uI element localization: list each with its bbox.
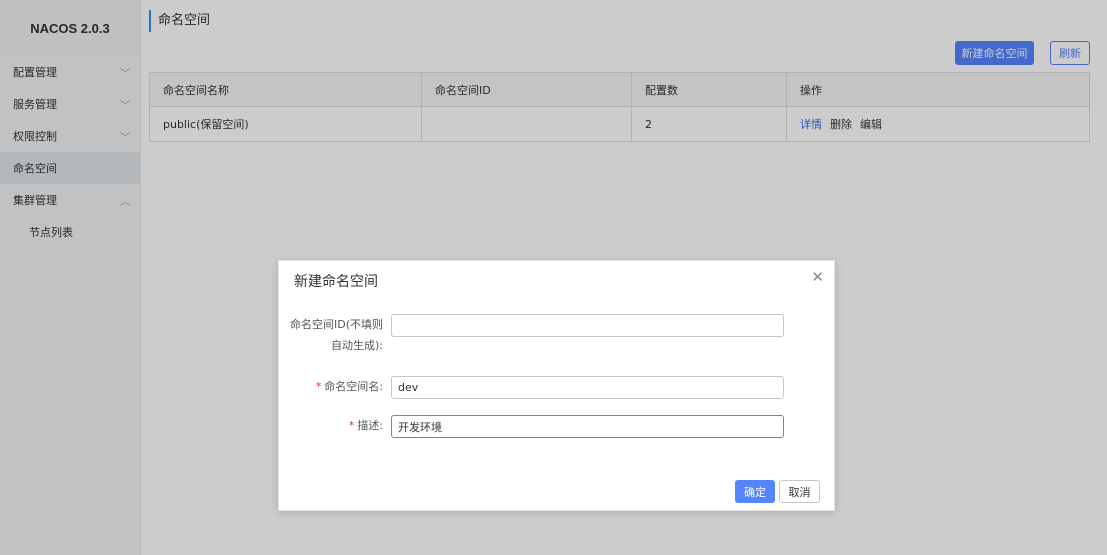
required-mark: *	[348, 419, 355, 432]
namespace-id-input[interactable]	[391, 314, 784, 337]
namespace-name-input[interactable]	[391, 376, 784, 399]
description-label: * 描述:	[348, 419, 383, 432]
dialog-title: 新建命名空间	[294, 274, 378, 290]
namespace-id-label: 命名空间ID(不填则 自动生成):	[289, 318, 383, 352]
close-icon[interactable]: ✕	[811, 268, 824, 286]
description-input[interactable]	[391, 415, 784, 438]
new-namespace-dialog: 新建命名空间 ✕ 命名空间ID(不填则 自动生成): *命名空间名: *描述: …	[278, 260, 835, 511]
required-mark: *	[315, 380, 322, 393]
namespace-name-label: * 命名空间名:	[315, 380, 383, 393]
ok-button[interactable]: 确定	[735, 480, 775, 503]
cancel-button[interactable]: 取消	[779, 480, 820, 503]
